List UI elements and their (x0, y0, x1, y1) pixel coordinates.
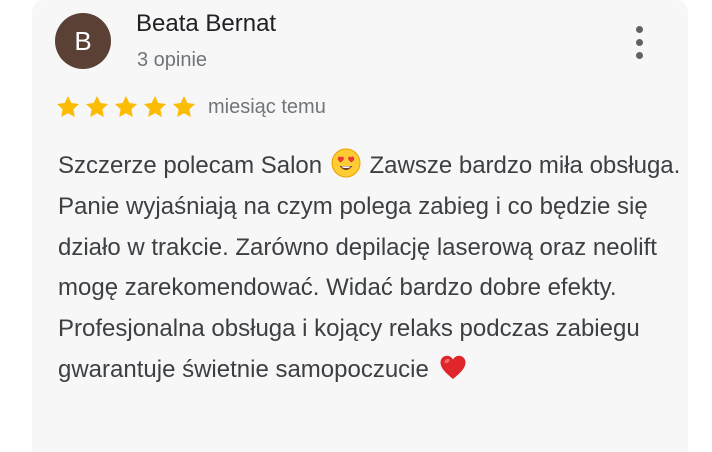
more-vert-icon-dot (636, 26, 643, 33)
star-icon (143, 95, 167, 117)
star-icon (85, 95, 109, 117)
star-rating (55, 94, 197, 122)
red-heart-emoji (438, 352, 468, 382)
more-vert-icon-dot (636, 52, 643, 59)
more-options-button[interactable] (624, 20, 656, 64)
review-text-part-1: Szczerze polecam Salon (58, 152, 323, 179)
smiling-face-with-heart-eyes-emoji (331, 148, 361, 178)
author-name[interactable]: Beata Bernat (136, 10, 276, 38)
review-text: Szczerze polecam Salon Zawsze bardzo mił… (58, 146, 683, 391)
review-time: miesiąc temu (208, 96, 326, 118)
star-icon (114, 95, 138, 117)
review-text-part-2: Zawsze bardzo miła obsługa. Panie wyjaśn… (58, 152, 681, 383)
star-icon (172, 95, 196, 117)
more-vert-icon-dot (636, 39, 643, 46)
author-review-count: 3 opinie (137, 49, 208, 71)
avatar[interactable]: B (55, 13, 111, 69)
star-icon (56, 95, 80, 117)
